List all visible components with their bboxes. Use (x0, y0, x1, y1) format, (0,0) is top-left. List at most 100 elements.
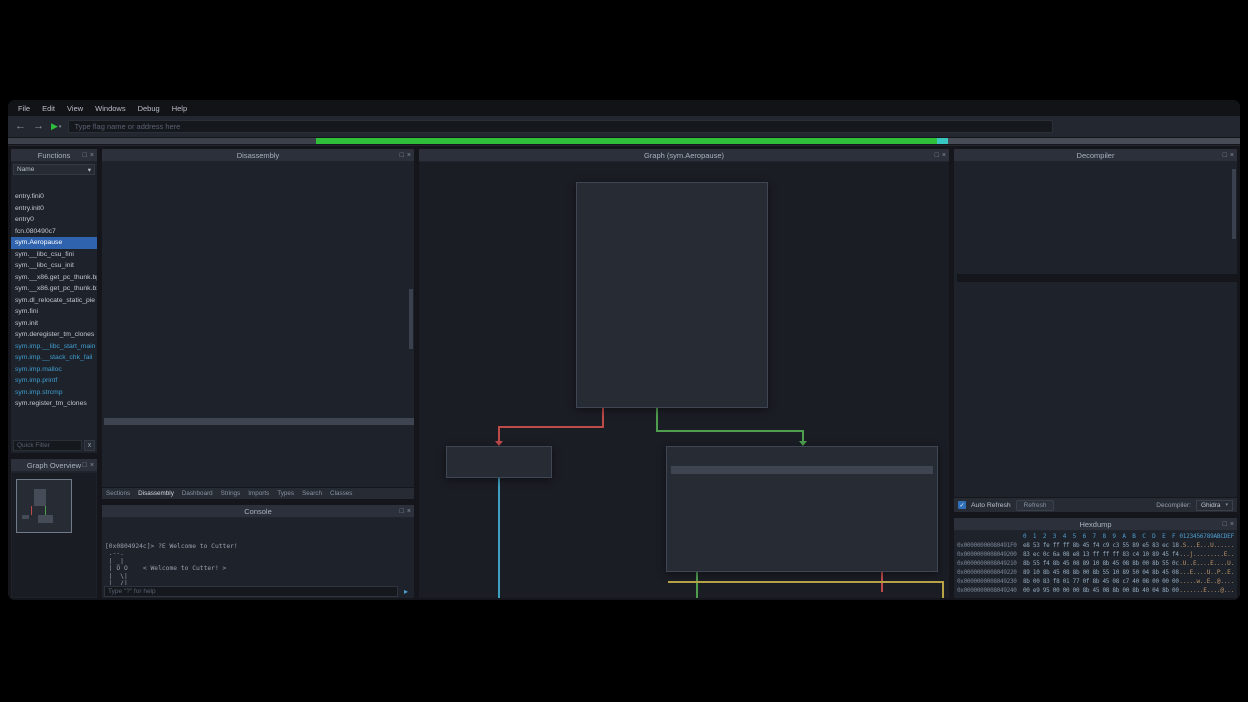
graph-overview-minimap[interactable] (12, 473, 96, 597)
disassembly-line[interactable]: │ 0x08049238 mov eax, dword [Bright] (104, 379, 414, 387)
close-icon[interactable]: × (90, 152, 94, 159)
decompiler-line[interactable]: if (iVar2 == 0) { (957, 353, 1237, 361)
decompiler-line[interactable]: sym.imp.printf("revolution"); (957, 488, 1237, 496)
graph-node-line[interactable]: mov edx, dword [argv] (581, 362, 763, 370)
menu-item[interactable]: Windows (89, 102, 131, 115)
disassembly-line[interactable]: 0x08049225 mov eax, dword [Bright] (104, 325, 414, 333)
decompiler-line[interactable]: sym.imp.printf("reason"); (957, 464, 1237, 472)
undock-icon[interactable]: □ (400, 152, 404, 159)
decompiler-line[interactable]: break; (957, 472, 1237, 480)
function-list-item[interactable]: sym.init (11, 318, 97, 330)
decompiler-code[interactable]: // WARNING: [r2ghidra] Failed to match t… (954, 162, 1237, 497)
hexdump-ascii[interactable]: ...j.........E.. (1179, 550, 1234, 559)
disassembly-line[interactable]: ; arg Bright *Bright @ ebp+0x8 (104, 187, 414, 195)
quick-filter-input[interactable] (13, 440, 82, 451)
hexdump-bytes[interactable]: 83 ec 0c 6a 08 e8 13 ff ff ff 83 c4 10 8… (1023, 550, 1179, 559)
decompiler-line[interactable]: Bright->morning->saved_argv = argv; (957, 243, 1237, 251)
disassembly-line[interactable]: 0x08049220 mov edx, dword [argc] (104, 310, 414, 318)
disassembly-line[interactable]: │ 0x0804925f push str.the ; 0x804a008 ; … (104, 472, 414, 480)
decompiler-line[interactable]: iVar2 = sym.imp.strcmp((Bright->window).… (957, 345, 1237, 353)
back-button[interactable]: ← (15, 121, 26, 132)
graph-node-line[interactable]: push str.the ; 0x804a008 ; "the " ; cons… (671, 522, 933, 530)
decompiler-line[interactable]: Bright->ambassador = AMBASSADOR_PURE; (957, 259, 1237, 267)
function-list-item[interactable]: sym.__x86.get_pc_thunk.bx (11, 283, 97, 295)
disassembly-line[interactable]: 0x08049223 mov dword [eax], edx (104, 318, 414, 326)
hexdump-bytes[interactable]: e8 53 fe ff ff 8b 45 f4 c9 c3 55 89 e5 8… (1023, 541, 1179, 550)
hexdump-row[interactable]: 0x0000000008049200 83 ec 0c 6a 08 e8 13 … (954, 550, 1237, 559)
hexdump-row[interactable]: 0x0000000008049220 89 10 8b 45 08 8b 00 … (954, 568, 1237, 577)
disassembly-line[interactable]: (fcn) sym.Aeropause 364 (104, 172, 414, 180)
seekbar[interactable] (8, 138, 1240, 145)
graph-node-line[interactable]: mov eax, dword [Bright] (671, 498, 933, 506)
graph-node-line[interactable]: ; arg char **argv @ ebp+0x10 (581, 218, 763, 226)
disassembly-line[interactable]: 0x08049208 call sym.imp.malloc ; void *m… (104, 249, 414, 257)
decompiler-line[interactable]: iVar2 = sym.imp.strcmp((Bright->window).… (957, 314, 1237, 322)
menu-item[interactable]: Edit (36, 102, 61, 115)
tab[interactable]: Dashboard (182, 490, 213, 497)
decompiler-line[interactable]: } (957, 393, 1237, 401)
hexdump-ascii[interactable]: .....w..E..@.... (1179, 577, 1234, 586)
function-list-item[interactable]: entry.init0 (11, 203, 97, 215)
disassembly-line[interactable]: │ 0x08049264 push eax ; const char *s1 (104, 479, 414, 487)
undock-icon[interactable]: □ (935, 152, 939, 159)
disassembly-line[interactable]: 0x0804920d add esp, 0x10 (104, 256, 414, 264)
decompiler-line[interactable]: switch(Bright->ambassador) { (957, 424, 1237, 432)
decompiler-line[interactable]: // switch table (5 cases) at 0x804a044 (957, 417, 1237, 425)
disassembly-line[interactable]: 0x08049213 mov edx, dword [var_ch] (104, 272, 414, 280)
disassembly-line[interactable]: 0x08049233 cmp eax, 1 ; 1 (104, 364, 414, 372)
disassembly-line[interactable]: 0x08049219 mov dword [eax], edx (104, 287, 414, 295)
function-list-item[interactable]: sym.deregister_tm_clones (11, 329, 97, 341)
graph-node-line[interactable]: mov eax, dword [eax] (581, 322, 763, 330)
hexdump-ascii[interactable]: .S...E...U...... (1179, 541, 1234, 550)
undock-icon[interactable]: □ (400, 508, 404, 515)
graph-node-line[interactable]: mov eax, dword [eax] (581, 354, 763, 362)
disassembly-line[interactable]: 0x08049230 mov eax, dword [Bright] (104, 356, 414, 364)
graph-node-line[interactable]: push 8 ; 8 ; size_t size (581, 258, 763, 266)
decompiler-line[interactable]: Bright->ambassador = AMBASSADOR_REVOLUTI… (957, 330, 1237, 338)
close-icon[interactable]: × (90, 462, 94, 469)
graph-node-line[interactable]: ; arg int argc @ ebp+0xc (581, 210, 763, 218)
disassembly-line[interactable]: │ 0x0804924c mov eax, dword [eax+4] (104, 418, 414, 426)
function-list-item[interactable]: sym.__libc_csu_init (11, 260, 97, 272)
disassembly-line[interactable]: │ 0x0804923b mov dword [eax+8], 0 (104, 387, 414, 395)
graph-node-line[interactable]: mov eax, dword [Bright] (581, 314, 763, 322)
debug-start-button[interactable]: ▶▾ (51, 121, 61, 132)
graph-node-line[interactable]: mov edx, dword [Bright] (671, 482, 933, 490)
console-command-input[interactable] (104, 586, 398, 597)
undock-icon[interactable]: □ (1223, 152, 1227, 159)
decompiler-line[interactable]: break; (957, 448, 1237, 456)
graph-node-line[interactable]: mov eax, dword [eax+4] (671, 466, 933, 474)
graph-node-line[interactable]: mov eax, dword [Bright] (581, 378, 763, 386)
decompiler-line[interactable]: Bright->morning = pMVar1; (957, 227, 1237, 235)
decompiler-line[interactable]: } else { (957, 267, 1237, 275)
graph-node-line[interactable]: ; arg Bright *Bright @ ebp+0x8 (581, 202, 763, 210)
disassembly-line[interactable]: 0x08049228 mov eax, dword [eax] (104, 333, 414, 341)
graph-node-line[interactable]: mov eax, dword [Bright] (581, 346, 763, 354)
tab[interactable]: Types (277, 490, 294, 497)
decompiler-line[interactable]: } else { (957, 369, 1237, 377)
function-sort-dropdown[interactable]: Name ▾ (13, 164, 95, 175)
console-send-icon[interactable]: ▸ (400, 586, 412, 597)
disassembly-line[interactable]: │└─>0x08049247 mov eax, dword [Bright] (104, 402, 414, 410)
auto-refresh-checkbox[interactable]: ✓ (958, 501, 966, 509)
graph-node-line[interactable]: call sym.imp.strcmp ; int strcmp(const c… (671, 538, 933, 546)
decompiler-line[interactable]: case AMBASSADOR_REVOLUTION: (957, 480, 1237, 488)
graph-node-false-branch[interactable]: mov eax, dword [Bright] mov dword [eax+8… (446, 446, 552, 478)
hexdump-ascii[interactable]: .......E....@... (1179, 586, 1234, 595)
graph-node-line[interactable]: mov eax, dword [Bright] (671, 450, 933, 458)
decompiler-engine-select[interactable]: Ghidra ▾ (1196, 500, 1233, 511)
graph-node-line[interactable]: push ebp (581, 226, 763, 234)
close-icon[interactable]: × (407, 152, 411, 159)
decompiler-line[interactable]: iVar2 = sym.imp.strcmp((Bright->window).… (957, 282, 1237, 290)
hexdump-ascii[interactable]: ...E....U..P..E. (1179, 568, 1234, 577)
menu-item[interactable]: File (12, 102, 36, 115)
disassembly-line[interactable]: ; arg int argc @ ebp+0xc (104, 195, 414, 203)
hexdump-bytes[interactable]: 8b 55 f4 8b 45 08 89 10 8b 45 08 8b 00 8… (1023, 559, 1179, 568)
decompiler-line[interactable] (957, 172, 1237, 180)
clear-filter-button[interactable]: x (84, 440, 95, 451)
function-list-item[interactable]: sym.imp.malloc (11, 364, 97, 376)
disassembly-line[interactable]: │ 0x0804924f mov eax, dword [eax] (104, 425, 414, 433)
graph-node-line[interactable]: mov dword [eax+4], edx (581, 370, 763, 378)
undock-icon[interactable]: □ (83, 152, 87, 159)
graph-node-line[interactable]: jne 0x804927f (671, 562, 933, 570)
